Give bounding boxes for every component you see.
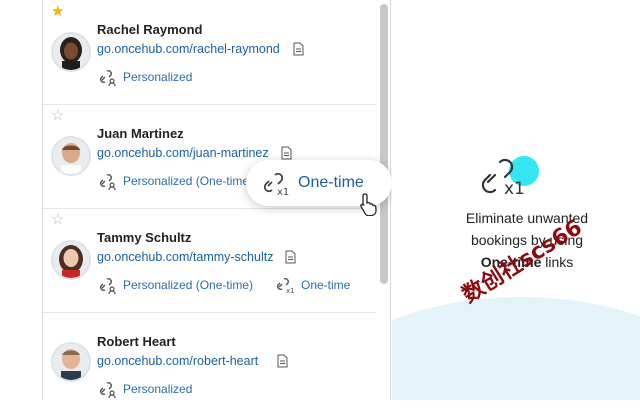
link-type-one-time: x1 One-time — [275, 276, 350, 294]
background-wave — [392, 296, 640, 400]
tag-label: Personalized — [123, 382, 193, 396]
hand-cursor-icon — [360, 193, 377, 216]
contact-name: Rachel Raymond — [97, 22, 203, 37]
contact-row[interactable]: ★ Rachel Raymond go.oncehub.com/rachel-r… — [43, 0, 376, 105]
svg-text:x1: x1 — [277, 187, 289, 196]
personalized-link-icon — [100, 382, 116, 398]
copy-link-icon[interactable] — [277, 354, 288, 368]
copy-link-icon[interactable] — [293, 42, 304, 56]
one-time-link-icon: x1 — [277, 278, 295, 294]
tag-label: One-time — [301, 278, 351, 292]
contact-name: Tammy Schultz — [97, 230, 192, 245]
copy-link-icon[interactable] — [281, 146, 292, 160]
contact-row[interactable]: ☆ Tammy Schultz go.oncehub.com/tammy-sch… — [43, 208, 376, 313]
avatar — [51, 32, 91, 72]
svg-text:x1: x1 — [286, 287, 295, 294]
contact-name: Juan Martinez — [97, 126, 184, 141]
tag-label: Personalized (One-time) — [123, 278, 254, 292]
svg-text:x1: x1 — [504, 179, 525, 199]
tag-label: Personalized — [123, 70, 193, 84]
star-icon[interactable]: ★ — [51, 4, 64, 19]
avatar — [51, 240, 91, 280]
link-type-personalized: Personalized — [97, 68, 192, 86]
one-time-label: One-time — [298, 174, 364, 191]
booking-link[interactable]: go.oncehub.com/robert-heart — [97, 354, 258, 368]
star-icon[interactable]: ☆ — [51, 212, 64, 227]
link-type-personalized: Personalized — [97, 380, 192, 398]
booking-link[interactable]: go.oncehub.com/juan-martinez — [97, 146, 269, 160]
contact-row[interactable]: Robert Heart go.oncehub.com/robert-heart… — [43, 312, 376, 416]
link-type-personalized-one-time: Personalized (One-time) — [97, 276, 253, 294]
copy-link-icon[interactable] — [285, 250, 296, 264]
booking-link[interactable]: go.oncehub.com/rachel-raymond — [97, 42, 280, 56]
panel-divider — [390, 0, 391, 400]
avatar — [51, 342, 91, 382]
one-time-link-icon: x1 — [263, 172, 289, 196]
contact-name: Robert Heart — [97, 334, 176, 349]
one-time-link-icon: x1 — [481, 156, 539, 199]
avatar — [51, 136, 91, 176]
star-icon[interactable]: ☆ — [51, 108, 64, 123]
personalized-link-icon — [100, 174, 116, 190]
link-type-personalized-one-time: Personalized (One-time — [97, 172, 249, 190]
booking-link[interactable]: go.oncehub.com/tammy-schultz — [97, 250, 273, 264]
personalized-link-icon — [100, 278, 116, 294]
caption-line: Eliminate unwanted — [465, 210, 589, 226]
tag-label: Personalized (One-time — [123, 174, 250, 188]
personalized-link-icon — [100, 70, 116, 86]
scrollbar-thumb[interactable] — [380, 4, 388, 284]
